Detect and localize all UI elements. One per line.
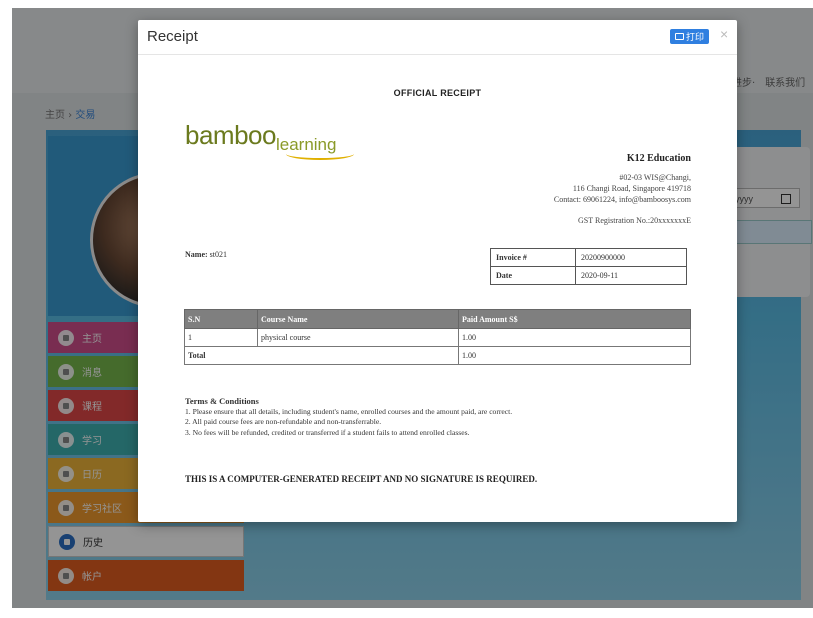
invoice-value: 2020-09-11 [575,266,687,285]
total-label: Total [184,346,459,365]
cell-amount: 1.00 [458,328,691,347]
logo-swoosh [286,148,354,160]
terms-item: 3. No fees will be refunded, credited or… [185,427,470,437]
modal-header: Receipt 打印 × [138,20,737,55]
total-value: 1.00 [458,346,691,365]
modal-title: Receipt [147,28,198,45]
invoice-row: Invoice #20200900000 [490,248,687,267]
footer-note: THIS IS A COMPUTER-GENERATED RECEIPT AND… [185,474,538,484]
receipt-modal: Receipt 打印 × OFFICIAL RECEIPT bamboolear… [138,20,737,522]
print-label: 打印 [685,33,704,43]
course-table: S.N Course Name Paid Amount S$ 1 physica… [184,309,691,365]
terms-title: Terms & Conditions [185,396,259,406]
logo-main: bamboo [185,120,276,150]
terms-section: Terms & Conditions 1. Please ensure that… [185,396,512,438]
bamboo-learning-logo: bamboolearning [185,120,336,154]
printer-icon [674,33,684,40]
column-header: Paid Amount S$ [458,309,691,329]
name-label: Name: [185,250,208,259]
cell-sn: 1 [184,328,258,347]
company-name: K12 Education [626,153,691,164]
table-row: 1 physical course 1.00 [184,328,691,347]
address-line: Contact: 69061224, info@bamboosys.com [553,195,691,204]
terms-item: 2. All paid course fees are non-refundab… [185,417,382,426]
gst-registration: GST Registration No.:20xxxxxxxE [578,216,691,225]
invoice-table: Invoice #20200900000 Date 2020-09-11 [490,248,687,285]
address-line: #02-03 WIS@Changi, [619,173,691,182]
total-row: Total 1.00 [184,346,691,365]
invoice-value: 20200900000 [575,248,687,267]
close-icon[interactable]: × [720,26,728,42]
invoice-row: Date 2020-09-11 [490,266,687,285]
invoice-key: Date [490,266,576,285]
receipt-heading: OFFICIAL RECEIPT [393,88,482,98]
cell-course: physical course [257,328,459,347]
column-header: Course Name [257,309,459,329]
table-header-row: S.N Course Name Paid Amount S$ [184,309,691,329]
student-name: Name: st021 [185,250,227,259]
column-header: S.N [184,309,258,329]
company-address: #02-03 WIS@Changi, 116 Changi Road, Sing… [554,172,691,205]
name-value: st021 [209,250,227,259]
print-button[interactable]: 打印 [670,29,709,44]
terms-item: 1. Please ensure that all details, inclu… [185,406,513,416]
address-line: 116 Changi Road, Singapore 419718 [572,184,691,193]
invoice-key: Invoice # [490,248,576,267]
